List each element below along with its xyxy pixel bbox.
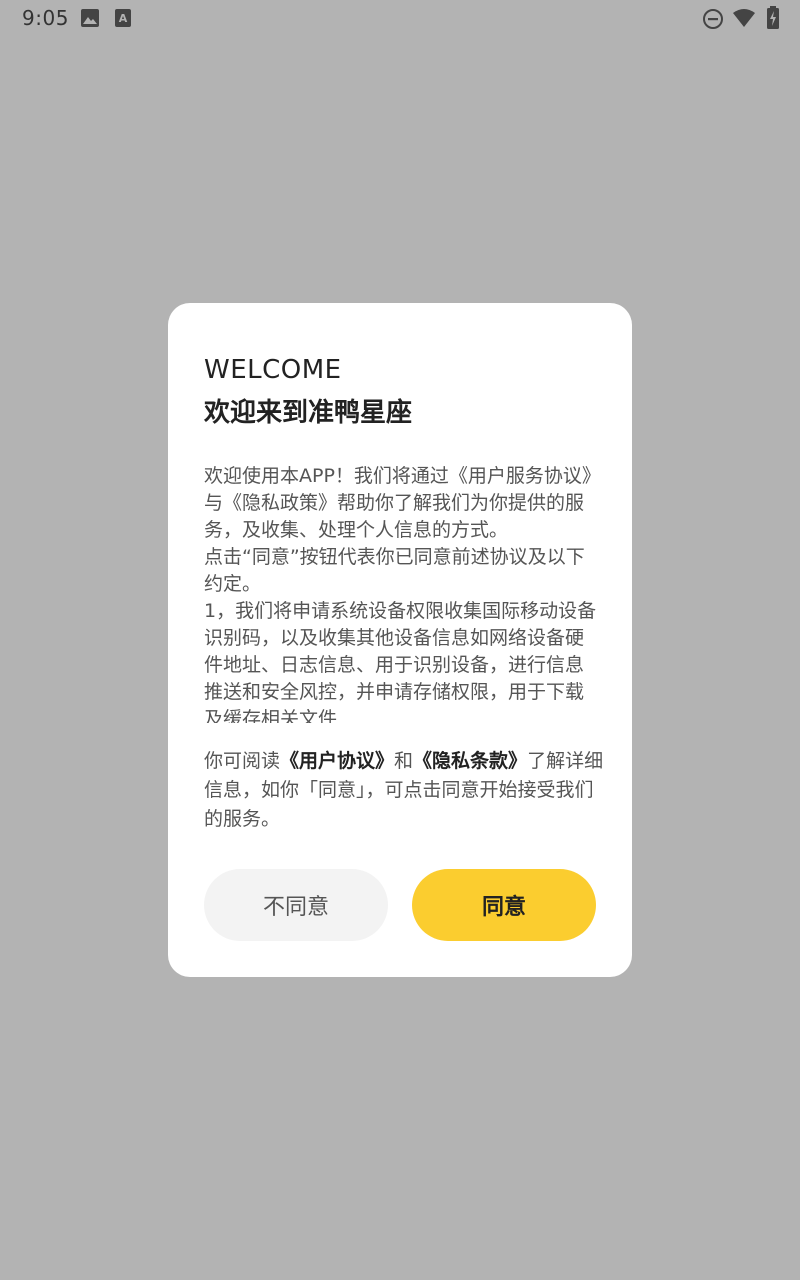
image-icon	[80, 8, 100, 32]
svg-text:A: A	[119, 12, 128, 25]
user-agreement-link[interactable]: 《用户协议》	[280, 750, 394, 772]
do-not-disturb-icon	[702, 8, 724, 34]
battery-charging-icon	[766, 6, 780, 34]
wifi-icon	[732, 7, 756, 33]
welcome-dialog: WELCOME 欢迎来到准鸭星座 欢迎使用本APP！我们将通过《用户服务协议》与…	[168, 303, 632, 977]
status-time: 9:05	[22, 6, 69, 30]
privacy-terms-link[interactable]: 《隐私条款》	[413, 750, 527, 772]
notice-text: 你可阅读《用户协议》和《隐私条款》了解详细信息，如你「同意」，可点击同意开始接受…	[204, 747, 604, 834]
agreement-scroll-area[interactable]: 欢迎使用本APP！我们将通过《用户服务协议》与《隐私政策》帮助你了解我们为你提供…	[204, 463, 600, 723]
agreement-text: 欢迎使用本APP！我们将通过《用户服务协议》与《隐私政策》帮助你了解我们为你提供…	[204, 465, 597, 723]
text-a-icon: A	[114, 8, 132, 32]
disagree-button[interactable]: 不同意	[204, 869, 388, 941]
agree-button[interactable]: 同意	[412, 869, 596, 941]
dialog-title: WELCOME	[204, 355, 342, 385]
dialog-subtitle: 欢迎来到准鸭星座	[204, 398, 413, 428]
status-bar: 9:05 A	[0, 0, 800, 36]
notice-conjunction: 和	[394, 750, 414, 772]
notice-prefix: 你可阅读	[204, 750, 281, 772]
